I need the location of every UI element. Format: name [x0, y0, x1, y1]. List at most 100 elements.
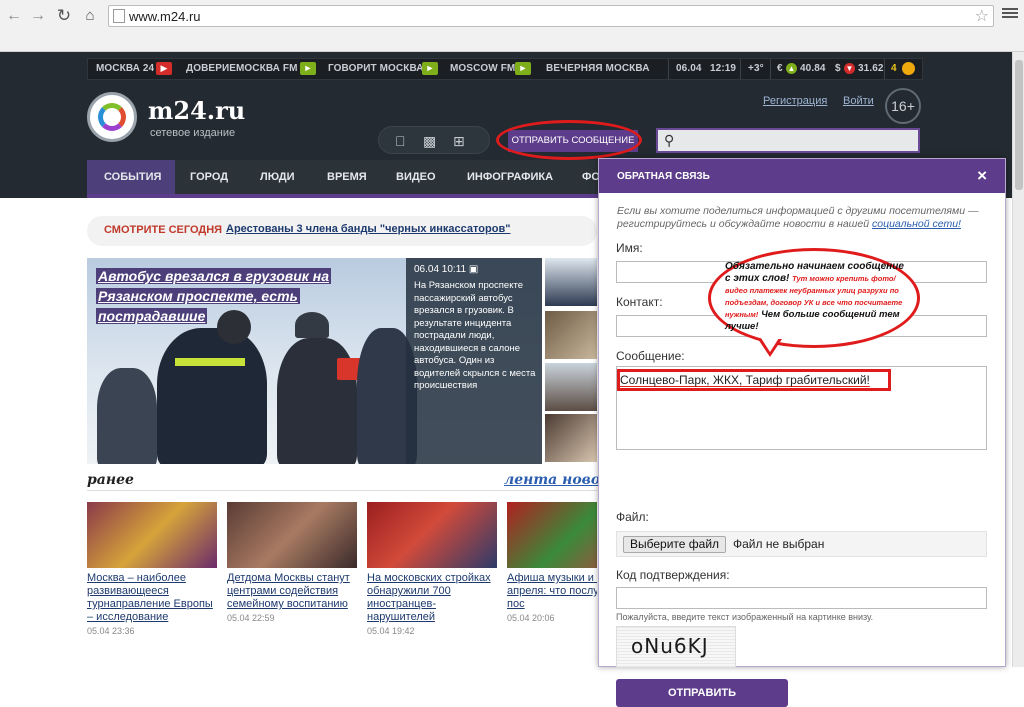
traffic-score: 4	[891, 63, 897, 74]
modal-header: ОБРАТНАЯ СВЯЗЬ ×	[599, 159, 1005, 193]
radio-item[interactable]: ВЕЧЕРНЯЯ МОСКВА	[546, 63, 650, 74]
news-card[interactable]: На московских стройках обнаружили 700 ин…	[367, 502, 497, 636]
radio-item[interactable]: ГОВОРИТ МОСКВА	[328, 63, 424, 74]
windows-icon[interactable]: ⊞	[453, 133, 465, 150]
scrollbar-thumb[interactable]	[1015, 60, 1023, 190]
callout-line1: Обязательно начинаем сообщение с этих сл…	[725, 261, 905, 333]
thumbnail[interactable]	[545, 311, 597, 359]
news-card-title[interactable]: Афиша музыки и 6 и 7 апреля: что послуша…	[507, 572, 597, 611]
nav-item-people[interactable]: ЛЮДИ	[260, 171, 295, 183]
captcha-field[interactable]	[616, 587, 987, 609]
back-icon[interactable]: ←	[4, 6, 24, 26]
sound-icon[interactable]: ►	[300, 62, 316, 75]
android-icon[interactable]: ▩	[423, 133, 436, 150]
social-network-link[interactable]: социальной сети!	[872, 218, 961, 230]
age-rating-badge: 16+	[885, 88, 921, 124]
home-icon[interactable]: ⌂	[80, 6, 100, 26]
news-card[interactable]: Москва – наиболее развивающееся турнапра…	[87, 502, 217, 636]
news-card-date: 05.04 20:06	[507, 613, 555, 623]
hero-title-text[interactable]: Автобус врезался в грузовик на Рязанском…	[96, 268, 332, 324]
euro-symbol: €	[777, 63, 783, 74]
divider	[87, 490, 597, 491]
browser-toolbar: ← → ↻ ⌂ www.m24.ru ☆	[0, 0, 1024, 52]
news-card-title[interactable]: Детдома Москвы станут центрами содействи…	[227, 572, 357, 611]
feedback-modal: ОБРАТНАЯ СВЯЗЬ × Если вы хотите поделить…	[598, 158, 1006, 707]
reload-icon[interactable]: ↻	[54, 6, 74, 26]
temperature: +3°	[748, 63, 764, 74]
browser-menu-icon[interactable]	[1002, 6, 1018, 22]
news-card-image[interactable]	[507, 502, 597, 568]
captcha-text: oNu6KJ	[631, 634, 709, 658]
search-input[interactable]: ⚲	[656, 128, 920, 153]
code-label: Код подтверждения:	[616, 568, 730, 582]
news-card-date: 05.04 19:42	[367, 626, 415, 636]
file-input: Выберите файл Файл не выбран	[616, 531, 987, 557]
news-card-image[interactable]	[367, 502, 497, 568]
logo-text[interactable]: m24.ru	[148, 96, 245, 125]
nav-item-events[interactable]: СОБЫТИЯ	[104, 171, 161, 183]
red-highlight-box	[617, 369, 891, 391]
contact-label: Контакт:	[616, 295, 663, 309]
page-icon	[113, 9, 125, 23]
watch-today-link[interactable]: Арестованы 3 члена банды "черных инкасса…	[226, 223, 510, 235]
address-bar[interactable]: www.m24.ru ☆	[108, 5, 994, 27]
earlier-label: ранее	[87, 472, 134, 488]
video-icon: ▣	[468, 264, 479, 275]
reflective-stripe	[175, 358, 245, 366]
logo-icon[interactable]	[87, 92, 137, 142]
hero-datetime-text: 06.04 10:11	[414, 264, 467, 275]
radio-bar: МОСКВА 24 ▶ ДОВЕРИЕ МОСКВА FM ► ГОВОРИТ …	[87, 58, 923, 80]
news-feed-link[interactable]: лента новостей	[504, 472, 598, 488]
traffic-icon	[902, 62, 915, 75]
date: 06.04	[676, 63, 702, 74]
radio-item[interactable]: МОСКВА FM	[236, 63, 298, 74]
divider	[668, 59, 669, 79]
nav-item-video[interactable]: ВИДЕО	[396, 171, 436, 183]
news-card-image[interactable]	[87, 502, 217, 568]
figure	[157, 328, 267, 464]
divider	[770, 59, 771, 79]
modal-intro: Если вы хотите поделиться информацией с …	[617, 205, 989, 231]
forward-icon[interactable]: →	[28, 6, 48, 26]
news-card[interactable]: Детдома Москвы станут центрами содействи…	[227, 502, 357, 623]
sound-icon[interactable]: ►	[422, 62, 438, 75]
thumbnail[interactable]	[545, 258, 597, 306]
usd-symbol: $	[835, 63, 841, 74]
logo-subtitle: сетевое издание	[150, 127, 236, 139]
file-status: Файл не выбран	[733, 537, 825, 551]
hero-title[interactable]: Автобус врезался в грузовик на Рязанском…	[96, 266, 356, 326]
nav-item-time[interactable]: ВРЕМЯ	[327, 171, 367, 183]
usd-rate: 31.62	[858, 63, 884, 74]
thumbnail[interactable]	[545, 363, 597, 411]
play-icon[interactable]: ▶	[156, 62, 172, 75]
up-arrow-icon: ▲	[786, 63, 797, 74]
news-card-date: 05.04 22:59	[227, 613, 275, 623]
scrollbar[interactable]	[1012, 52, 1024, 667]
sound-icon[interactable]: ►	[515, 62, 531, 75]
nav-item-city[interactable]: ГОРОД	[190, 171, 228, 183]
news-card-title[interactable]: На московских стройках обнаружили 700 ин…	[367, 572, 497, 624]
thumbnail[interactable]	[545, 414, 597, 462]
register-link[interactable]: Регистрация	[763, 95, 827, 107]
captcha-image: oNu6KJ	[616, 626, 736, 668]
message-label: Сообщение:	[616, 349, 685, 363]
nav-item-infographics[interactable]: ИНФОГРАФИКА	[467, 171, 553, 183]
news-card-title[interactable]: Москва – наиболее развивающееся турнапра…	[87, 572, 217, 624]
news-card[interactable]: Афиша музыки и 6 и 7 апреля: что послуша…	[507, 502, 597, 623]
news-card-image[interactable]	[227, 502, 357, 568]
search-icon: ⚲	[664, 132, 675, 148]
url-text: www.m24.ru	[129, 9, 201, 24]
choose-file-button[interactable]: Выберите файл	[623, 536, 727, 553]
submit-button[interactable]: ОТПРАВИТЬ	[616, 679, 788, 707]
hero-text: На Рязанском проспекте пассажирский авто…	[414, 280, 536, 391]
apple-icon[interactable]: 	[395, 133, 406, 149]
file-label: Файл:	[616, 510, 649, 524]
close-icon[interactable]: ×	[977, 166, 987, 186]
radio-item[interactable]: MOSCOW FM	[450, 63, 515, 74]
time: 12:19	[710, 63, 737, 74]
bookmark-star-icon[interactable]: ☆	[975, 6, 989, 26]
radio-item[interactable]: ДОВЕРИЕ	[186, 63, 236, 74]
radio-item[interactable]: МОСКВА 24	[96, 63, 154, 74]
login-link[interactable]: Войти	[843, 95, 874, 107]
modal-title: ОБРАТНАЯ СВЯЗЬ	[617, 171, 710, 182]
